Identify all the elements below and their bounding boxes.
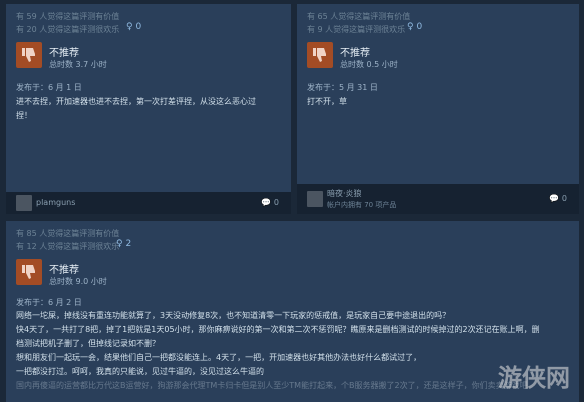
post-date: 发布于：6 月 1 日 <box>16 83 82 92</box>
comment-button[interactable]: 💬 0 <box>261 198 279 207</box>
username[interactable]: 暗夜·炎狼 <box>327 188 362 199</box>
award-button[interactable]: ♀ 0 <box>407 22 422 32</box>
comment-count: 0 <box>273 198 279 207</box>
avatar[interactable] <box>307 191 323 207</box>
review-body: 有 65 人觉得这篇评测有价值 有 9 人觉得这篇评测很欢乐 ♀ 0 不推荐 总… <box>297 4 579 184</box>
review-verdict: 不推荐 <box>49 265 79 276</box>
review-text-line: 打不开，草 <box>307 97 347 106</box>
review-text-line: 想和朋友们一起玩一会，结果他们自己一把都没能连上。4天了，一把，开加速器也好其他… <box>16 353 422 362</box>
review-body: 有 59 人觉得这篇评测有价值 有 20 人觉得这篇评测很欢乐 ♀ 0 不推荐 … <box>6 4 291 192</box>
helpful-count: 有 65 人觉得这篇评测有价值 <box>307 12 411 21</box>
comment-button[interactable]: 💬 0 <box>549 194 567 203</box>
funny-count: 有 20 人觉得这篇评测很欢乐 <box>16 25 120 34</box>
thumbs-down-icon <box>307 42 333 68</box>
thumbs-down-icon <box>16 42 42 68</box>
review-card: 有 85 人觉得这篇评测有价值 有 12 人觉得这篇评测很欢乐 ♀ 2 不推荐 … <box>6 221 579 402</box>
review-text-line: 档测试把机子删了，但掉线记录如不删？ <box>16 339 160 348</box>
user-info: 帐户内拥有 70 项产品 <box>327 201 397 209</box>
comment-count: 0 <box>561 194 567 203</box>
helpful-count: 有 59 人觉得这篇评测有价值 <box>16 12 120 21</box>
funny-count: 有 12 人觉得这篇评测很欢乐 <box>16 242 120 251</box>
review-text-line: 国内再傻逼的运营都比万代这B运营好，狗游那会代理TM卡归卡但是别人至少TM能打起… <box>16 381 528 390</box>
review-verdict: 不推荐 <box>49 48 79 59</box>
site-watermark: 游侠网 <box>498 364 570 392</box>
award-count: 0 <box>135 22 142 32</box>
comment-icon: 💬 <box>549 194 560 203</box>
review-text-line: 网络一坨屎，掉线没有重连功能就算了，3天没动修复8次，也不知道清零一下玩家的惩戒… <box>16 311 451 320</box>
award-button[interactable]: ♀ 0 <box>126 22 141 32</box>
review-text-line: 快4天了，一共打了8把，掉了1把就是1天05小时，那你麻痹说好的第一次和第二次不… <box>16 325 540 334</box>
avatar[interactable] <box>16 195 32 211</box>
thumbs-down-icon <box>16 259 42 285</box>
comment-icon: 💬 <box>261 198 272 207</box>
review-text-line: 捏！ <box>16 111 32 120</box>
post-date: 发布于：5 月 31 日 <box>307 83 378 92</box>
funny-count: 有 9 人觉得这篇评测很欢乐 <box>307 25 406 34</box>
playtime: 总时数 3.7 小时 <box>49 60 107 69</box>
review-text-line: 进不去捏，开加速器也进不去捏，第一次打差评捏，从没这么恶心过 <box>16 97 256 106</box>
award-icon: ♀ <box>407 22 414 32</box>
review-verdict: 不推荐 <box>340 48 370 59</box>
username[interactable]: plamguns <box>36 198 75 207</box>
post-date: 发布于：6 月 2 日 <box>16 298 82 307</box>
review-body: 有 85 人觉得这篇评测有价值 有 12 人觉得这篇评测很欢乐 ♀ 2 不推荐 … <box>6 221 579 402</box>
review-footer: 暗夜·炎狼 帐户内拥有 70 项产品 💬 0 <box>297 184 579 214</box>
award-icon: ♀ <box>116 239 123 249</box>
award-count: 0 <box>416 22 423 32</box>
helpful-count: 有 85 人觉得这篇评测有价值 <box>16 229 120 238</box>
review-text-line: 一把都没打过。呵呵，我真的只能说，见过牛逼的，没见过这么牛逼的 <box>16 367 264 376</box>
award-icon: ♀ <box>126 22 133 32</box>
playtime: 总时数 9.0 小时 <box>49 277 107 286</box>
playtime: 总时数 0.5 小时 <box>340 60 398 69</box>
award-button[interactable]: ♀ 2 <box>116 239 131 249</box>
review-footer: plamguns 💬 0 <box>6 192 291 214</box>
review-card: 有 65 人觉得这篇评测有价值 有 9 人觉得这篇评测很欢乐 ♀ 0 不推荐 总… <box>297 4 579 214</box>
award-count: 2 <box>125 239 132 249</box>
review-card: 有 59 人觉得这篇评测有价值 有 20 人觉得这篇评测很欢乐 ♀ 0 不推荐 … <box>6 4 291 214</box>
